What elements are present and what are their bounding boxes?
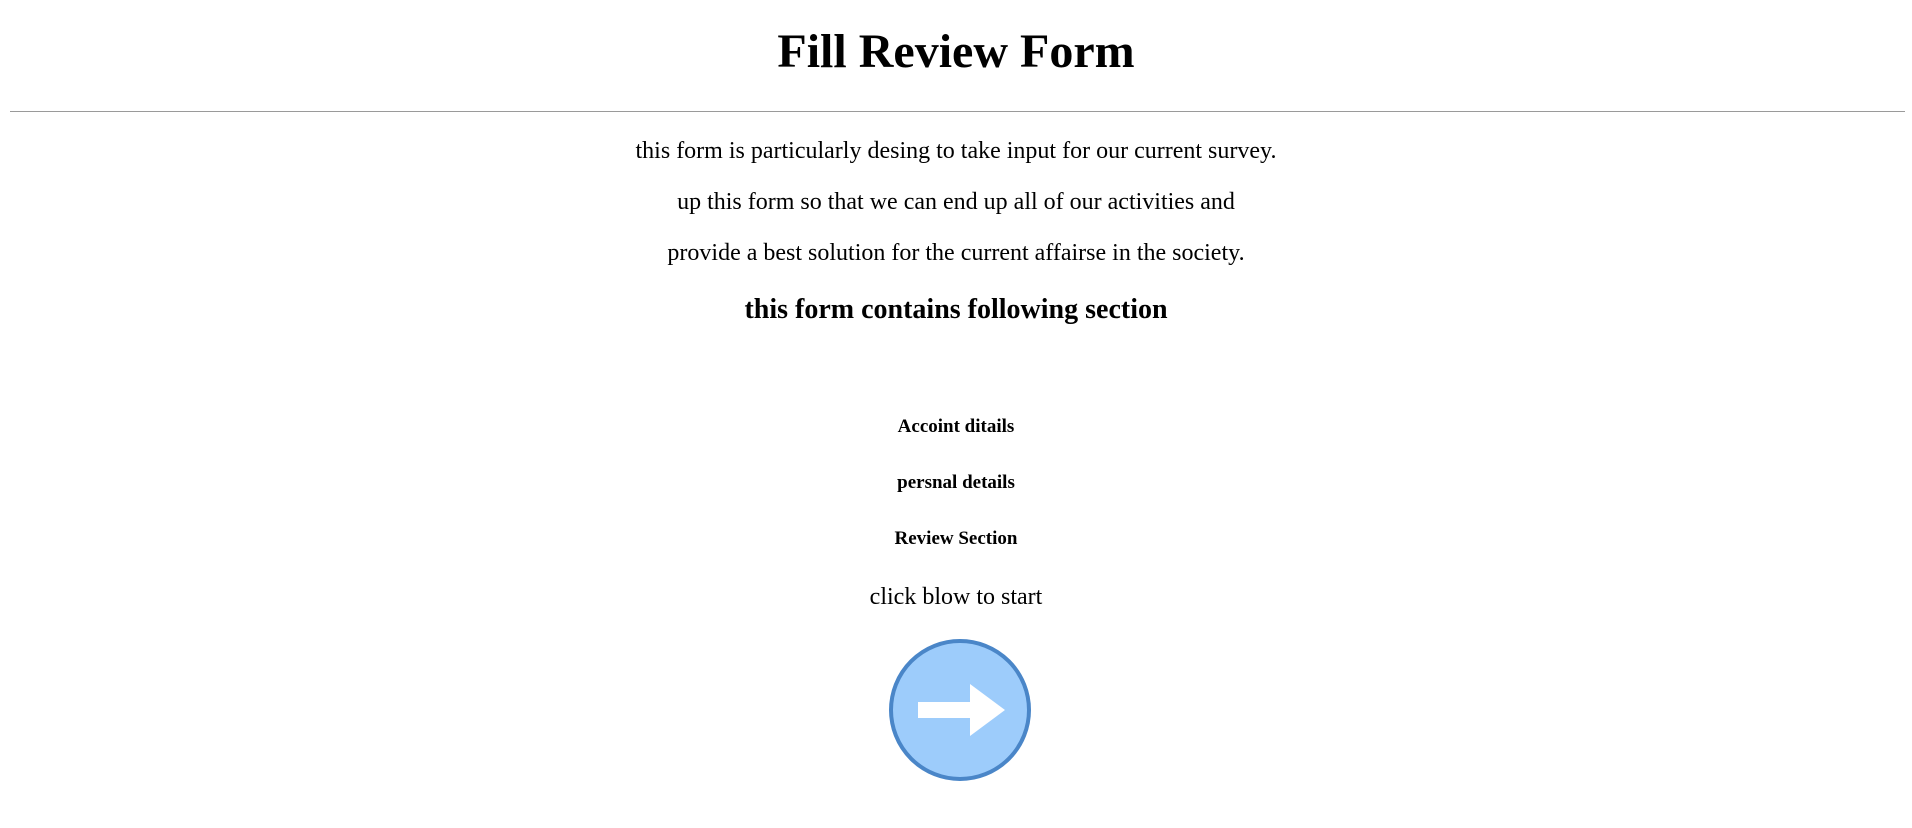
page-title: Fill Review Form — [777, 25, 1135, 78]
intro-line-3: provide a best solution for the current … — [667, 240, 1245, 266]
sections-heading: this form contains following section — [744, 294, 1168, 325]
section-item-personal-details: persnal details — [897, 472, 1015, 493]
page: Fill Review Form this form is particular… — [0, 0, 1912, 828]
section-item-review-section: Review Section — [894, 528, 1018, 549]
intro-line-2: up this form so that we can end up all o… — [677, 189, 1235, 215]
start-prompt: click blow to start — [869, 584, 1043, 610]
section-item-account-details: Accoint ditails — [897, 416, 1015, 437]
divider — [10, 111, 1905, 112]
intro-line-1: this form is particularly desing to take… — [635, 138, 1277, 164]
start-button[interactable] — [888, 638, 1032, 782]
arrow-right-icon — [889, 639, 1031, 781]
